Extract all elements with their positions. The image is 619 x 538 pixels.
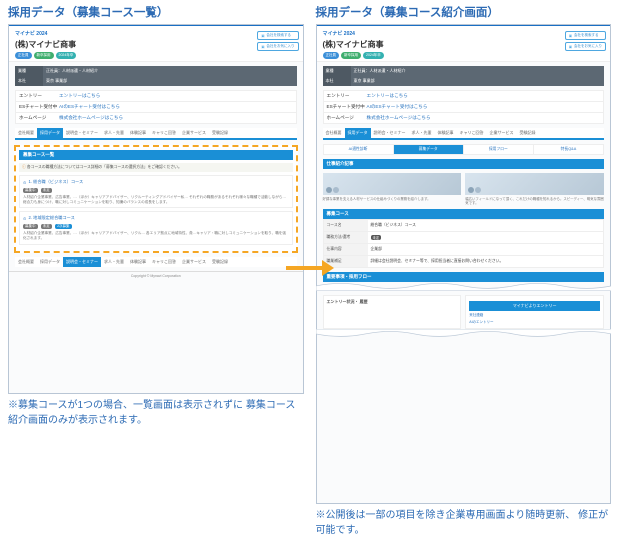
tab-overview[interactable]: 会社概要 xyxy=(15,128,37,138)
photo-row xyxy=(323,173,605,195)
tab-qa[interactable]: キャリこ回答 xyxy=(149,128,179,138)
tab-seminar[interactable]: 説明会・セミナー xyxy=(63,128,101,138)
header-button-favorite[interactable]: 会社をお気に入り xyxy=(565,42,606,51)
header: マイナビ 2024 (株)マイナビ商事 正社員 新卒採用 2024年卒 会社を検… xyxy=(9,26,303,62)
footer: Copyright © Mynavi Corporation xyxy=(9,271,303,278)
pill-3: 2024年卒 xyxy=(56,52,77,59)
pill-2: 新卒採用 xyxy=(34,52,54,59)
main-tabs: 会社概要 採用データ 説明会・セミナー 求人・先輩 体験記事 キャリこ回答 企業… xyxy=(15,128,297,140)
homepage-link[interactable]: 株式会社ホームページはこちら xyxy=(59,115,123,121)
entry-button[interactable]: マイナビよりエントリー xyxy=(469,301,600,311)
entry-status-label: エントリー状況・ 履歴 xyxy=(327,299,458,305)
company-summary: 業種正社員：人材派遣・人材紹介 本社東京 事業部 xyxy=(15,66,297,86)
photo-1 xyxy=(323,173,462,195)
subtab-recruit[interactable]: 募集データ xyxy=(394,145,464,154)
left-footnote: ※募集コースが1つの場合、一覧画面は表示されずに 募集コース紹介画面のみが表示さ… xyxy=(8,399,304,428)
torn-edge-top xyxy=(317,282,611,291)
course-list-heading: 募集コース一覧 xyxy=(19,150,293,160)
course-item-2[interactable]: 2. 地域限定総合職コース 募集中 未定 2次募集 人材紹介企業事業、広告事業、… xyxy=(19,211,293,244)
entry-link-1[interactable]: 来社連絡 xyxy=(469,313,600,318)
company-name: (株)マイナビ商事 xyxy=(15,39,297,50)
tab-experience[interactable]: 体験記事 xyxy=(127,128,149,138)
course-list-highlight: 募集コース一覧 各コースの職種方法についてはコース詳細の「募集コースの選択方法」… xyxy=(14,145,298,253)
header-button-search[interactable]: 会社を検索する xyxy=(257,31,298,40)
photo-caption-2: 幅広いフィールドになって頂く、これだけの職種を知れるから。スピーディー、明気な雰… xyxy=(465,197,604,205)
right-screen-title: 採用データ（募集コース紹介画面） xyxy=(316,4,612,20)
sub-tabs: AI適性診断 募集データ 採用フロー 特長Q&A xyxy=(323,144,605,155)
torn-edge-bottom xyxy=(317,329,611,338)
header-button-favorite[interactable]: 会社をお気に入り xyxy=(257,42,298,51)
logo: マイナビ 2024 xyxy=(15,30,297,37)
status-pills: 正社員 新卒採用 2024年卒 xyxy=(15,52,297,59)
left-screenshot: マイナビ 2024 (株)マイナビ商事 正社員 新卒採用 2024年卒 会社を検… xyxy=(8,24,304,394)
tab-recruit-data[interactable]: 採用データ xyxy=(37,128,63,138)
right-screenshot: マイナビ 2024 (株)マイナビ商事 正社員 新卒採用 2024年卒 会社を検… xyxy=(316,24,612,504)
es-link[interactable]: AIのESチャート受付はこちら xyxy=(59,104,120,110)
photo-2 xyxy=(465,173,604,195)
quick-links: エントリーエントリーはこちら ESチャート受付中AIのESチャート受付はこちら … xyxy=(15,90,297,124)
subtab-qa[interactable]: 特長Q&A xyxy=(534,145,603,154)
header-button-search[interactable]: 会社を検索する xyxy=(565,31,606,40)
left-screen-title: 採用データ（募集コース一覧） xyxy=(8,4,304,20)
entry-link-2[interactable]: AIのエントリー xyxy=(469,320,600,325)
arrow-icon xyxy=(286,260,334,276)
entry-link[interactable]: エントリーはこちら xyxy=(59,93,100,99)
work-heading: 仕事紹介記事 xyxy=(323,159,605,169)
course-notice: 各コースの職種方法についてはコース詳細の「募集コースの選択方法」をご確認ください… xyxy=(19,163,293,172)
company-name: (株)マイナビ商事 xyxy=(323,39,605,50)
pill-1: 正社員 xyxy=(15,52,32,59)
tab-service[interactable]: 企業サービス xyxy=(179,128,209,138)
subtab-flow[interactable]: 採用フロー xyxy=(464,145,534,154)
tab-history[interactable]: 受験記録 xyxy=(209,128,231,138)
tab-seniors[interactable]: 求人・先輩 xyxy=(101,128,127,138)
subtab-ai[interactable]: AI適性診断 xyxy=(324,145,394,154)
bottom-tabs: 会社概要 採用データ 説明会・セミナー 求人・先輩 体験記事 キャリこ回答 企業… xyxy=(15,257,297,267)
entry-boxes: エントリー状況・ 履歴 マイナビよりエントリー 来社連絡 AIのエントリー xyxy=(323,295,605,329)
photo-caption-1: 好調な事業を支える人材サービスの仕組みづくりの業務を紹介します。 xyxy=(323,197,462,205)
course-item-1[interactable]: 1. 総合職（ビジネス）コース 募集中 未定 人材紹介企業事業、広告事業、…（ほ… xyxy=(19,175,293,208)
course-detail-table: コース名総合職（ビジネス）コース 職務方法/選考未定 仕事内容企業部 職業補足詳… xyxy=(323,219,605,268)
course-heading: 募集コース xyxy=(323,209,605,219)
logo: マイナビ 2024 xyxy=(323,30,605,37)
